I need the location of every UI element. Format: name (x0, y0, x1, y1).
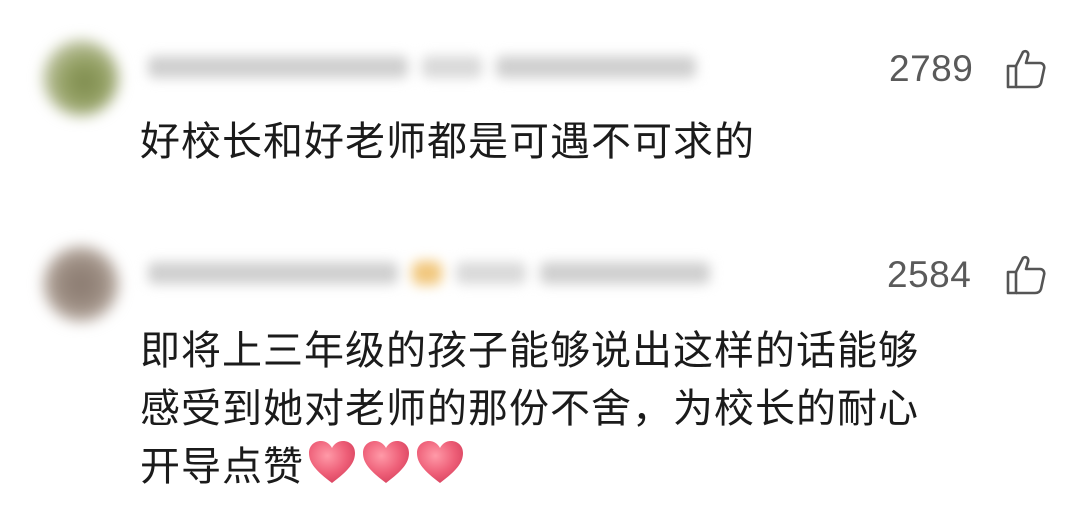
avatar[interactable] (43, 40, 119, 116)
like-count: 2789 (889, 48, 974, 89)
comment-text-line: 开导点赞 (140, 444, 304, 490)
like-count: 2584 (887, 254, 972, 295)
heart-icon (309, 441, 355, 483)
thumbs-up-icon[interactable] (1004, 253, 1048, 297)
comment-text: 即将上三年级的孩子能够说出这样的话能够 感受到她对老师的那份不舍，为校长的耐心 … (140, 322, 919, 496)
username-blurred[interactable] (148, 52, 696, 82)
thumbs-up-icon[interactable] (1004, 47, 1048, 91)
comment-text-line: 好校长和好老师都是可遇不可求的 (140, 119, 755, 165)
comment-text: 好校长和好老师都是可遇不可求的 (140, 113, 755, 171)
avatar[interactable] (43, 246, 119, 322)
emoji-group (306, 438, 466, 486)
comment-text-line-with-emoji: 开导点赞 (140, 438, 919, 496)
comment-text-line: 即将上三年级的孩子能够说出这样的话能够 (140, 328, 919, 374)
heart-icon (417, 441, 463, 483)
heart-icon (363, 441, 409, 483)
comment-text-line: 感受到她对老师的那份不舍，为校长的耐心 (140, 386, 919, 432)
username-blurred[interactable] (148, 258, 710, 288)
